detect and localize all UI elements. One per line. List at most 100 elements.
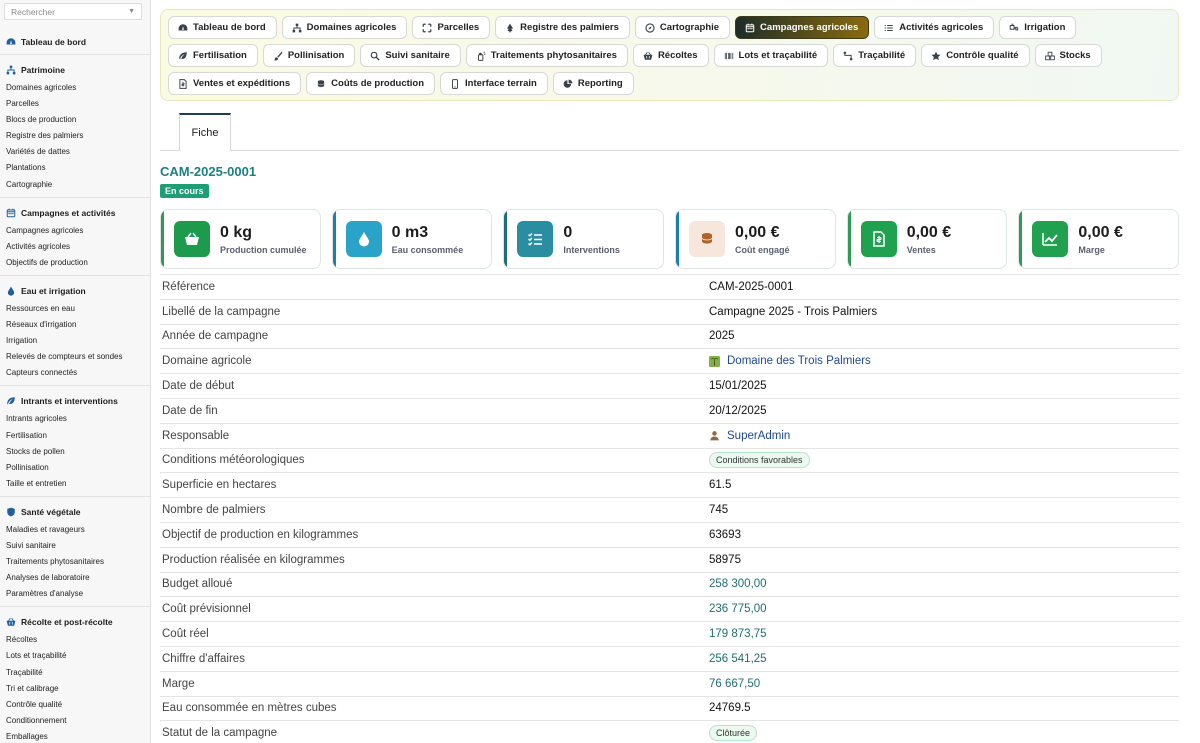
nav-button[interactable]: Suivi sanitaire	[360, 44, 461, 67]
nav-button[interactable]: Activités agricoles	[874, 16, 995, 39]
sidebar-item[interactable]: Intrants agricoles	[0, 411, 150, 427]
kpi-accent-bar	[332, 210, 336, 268]
sidebar-item[interactable]: Pollinisation	[0, 460, 150, 476]
sidebar-group-title[interactable]: Eau et irrigation	[0, 283, 150, 299]
sidebar-item[interactable]: Plantations	[0, 160, 150, 176]
nav-button[interactable]: Traitements phytosanitaires	[465, 44, 628, 67]
sidebar-item[interactable]: Stocks de pollen	[0, 444, 150, 460]
kpi-text: 0,00 € Coût engagé	[735, 224, 790, 255]
nav-button[interactable]: Parcelles	[412, 16, 491, 39]
nav-button[interactable]: Registre des palmiers	[495, 16, 630, 39]
sidebar-item[interactable]: Maladies et ravageurs	[0, 522, 150, 538]
sidebar-item[interactable]: Campagnes agricoles	[0, 223, 150, 239]
sidebar-item[interactable]: Objectifs de production	[0, 255, 150, 271]
sidebar-item[interactable]: Capteurs connectés	[0, 365, 150, 381]
detail-row: Libellé de la campagne Campagne 2025 - Tr…	[160, 298, 1179, 324]
sidebar-group-title[interactable]: Campagnes et activités	[0, 205, 150, 221]
barcode-icon	[724, 51, 734, 61]
sidebar-group-label: Eau et irrigation	[21, 285, 86, 296]
sidebar-item[interactable]: Blocs de production	[0, 112, 150, 128]
field-text: 61.5	[709, 479, 732, 492]
nav-button[interactable]: Stocks	[1034, 44, 1102, 67]
sidebar-group-label: Santé végétale	[21, 506, 81, 517]
nav-button[interactable]: Pollinisation	[262, 44, 356, 67]
nav-button[interactable]: Fertilisation	[168, 44, 258, 67]
kpi-card: 0,00 € Ventes	[846, 209, 1008, 269]
sidebar-item-dashboard[interactable]: Tableau de bord	[0, 30, 150, 54]
nav-button-label: Registre des palmiers	[520, 22, 619, 33]
nav-button[interactable]: Reporting	[552, 72, 634, 95]
field-link[interactable]: Domaine des Trois Palmiers	[727, 355, 871, 367]
field-text: 256 541,25	[709, 652, 767, 665]
kpi-value: 0,00 €	[906, 223, 952, 241]
sidebar-item[interactable]: Analyses de laboratoire	[0, 570, 150, 586]
calendar-icon	[745, 23, 755, 33]
sidebar-group-label: Campagnes et activités	[21, 207, 116, 218]
nav-button[interactable]: Domaines agricoles	[281, 16, 408, 39]
detail-row: Chiffre d'affaires 256 541,25	[160, 645, 1179, 671]
sidebar-item[interactable]: Réseaux d'irrigation	[0, 317, 150, 333]
sidebar-item[interactable]: Suivi sanitaire	[0, 538, 150, 554]
sidebar-item[interactable]: Registre des palmiers	[0, 128, 150, 144]
nav-button[interactable]: Irrigation	[999, 16, 1077, 39]
calendar-icon	[6, 208, 16, 218]
nav-button[interactable]: Coûts de production	[306, 72, 436, 95]
kpi-label: Interventions	[563, 244, 620, 255]
field-value[interactable]: Domaine des Trois Palmiers	[709, 355, 871, 367]
sidebar-item[interactable]: Contrôle qualité	[0, 697, 150, 713]
sidebar-item[interactable]: Fertilisation	[0, 428, 150, 444]
sidebar-item[interactable]: Traitements phytosanitaires	[0, 554, 150, 570]
sidebar-item[interactable]: Taille et entretien	[0, 476, 150, 492]
sidebar-item[interactable]: Irrigation	[0, 333, 150, 349]
sidebar-item[interactable]: Ressources en eau	[0, 301, 150, 317]
sidebar-group-title[interactable]: Récolte et post-récolte	[0, 614, 150, 630]
droplet-icon	[6, 286, 16, 296]
field-value: 58975	[709, 554, 741, 566]
sidebar-group-title[interactable]: Patrimoine	[0, 62, 150, 78]
leaf-icon	[178, 51, 188, 61]
sidebar-item[interactable]: Paramètres d'analyse	[0, 586, 150, 602]
nav-button[interactable]: Cartographie	[634, 16, 731, 39]
detail-table: Référence CAM-2025-0001 Libellé de la camp…	[160, 274, 1179, 743]
sidebar-item[interactable]: Traçabilité	[0, 665, 150, 681]
sidebar-item[interactable]: Emballages	[0, 729, 150, 743]
search-placeholder: Rechercher	[11, 6, 55, 17]
chevron-down-icon[interactable]: ▼	[128, 8, 135, 15]
tab-fiche[interactable]: Fiche	[179, 113, 231, 151]
field-value[interactable]: SuperAdmin	[709, 430, 790, 442]
field-text: 24769.5	[709, 702, 751, 715]
sidebar-group-title[interactable]: Santé végétale	[0, 504, 150, 520]
sidebar-item[interactable]: Variétés de dattes	[0, 144, 150, 160]
nav-button[interactable]: Tableau de bord	[168, 16, 277, 39]
sidebar-item[interactable]: Tri et calibrage	[0, 681, 150, 697]
nav-button[interactable]: Traçabilité	[833, 44, 917, 67]
nav-button[interactable]: Ventes et expéditions	[168, 72, 302, 95]
sidebar-item[interactable]: Relevés de compteurs et sondes	[0, 349, 150, 365]
detail-row: Marge 76 667,50	[160, 670, 1179, 696]
sidebar-item[interactable]: Domaines agricoles	[0, 80, 150, 96]
field-label: Marge	[162, 677, 195, 690]
sidebar-item[interactable]: Conditionnement	[0, 713, 150, 729]
droplet-icon	[345, 221, 382, 257]
detail-row: Nombre de palmiers 745	[160, 497, 1179, 522]
sidebar-item[interactable]: Récoltes	[0, 632, 150, 648]
field-link[interactable]: SuperAdmin	[727, 430, 790, 442]
sidebar-item[interactable]: Parcelles	[0, 96, 150, 112]
sidebar-group-title[interactable]: Intrants et interventions	[0, 393, 150, 409]
kpi-accent-bar	[1019, 210, 1023, 268]
nav-button[interactable]: Campagnes agricoles	[735, 16, 870, 39]
sidebar-item[interactable]: Cartographie	[0, 177, 150, 193]
nav-button-label: Cartographie	[659, 22, 720, 33]
detail-row: Référence CAM-2025-0001	[160, 274, 1179, 299]
sidebar-item[interactable]: Lots et traçabilité	[0, 648, 150, 664]
kpi-card: 0 m3 Eau consommée	[331, 209, 493, 269]
field-label: Production réalisée en kilogrammes	[162, 553, 345, 566]
nav-button[interactable]: Récoltes	[632, 44, 709, 67]
nav-button[interactable]: Contrôle qualité	[921, 44, 1030, 67]
sidebar-item[interactable]: Activités agricoles	[0, 239, 150, 255]
search-input[interactable]: Rechercher ▼	[4, 3, 142, 20]
kpi-value: 0	[563, 223, 573, 241]
kpi-accent-bar	[504, 210, 508, 268]
nav-button[interactable]: Lots et traçabilité	[713, 44, 829, 67]
nav-button[interactable]: Interface terrain	[440, 72, 548, 95]
